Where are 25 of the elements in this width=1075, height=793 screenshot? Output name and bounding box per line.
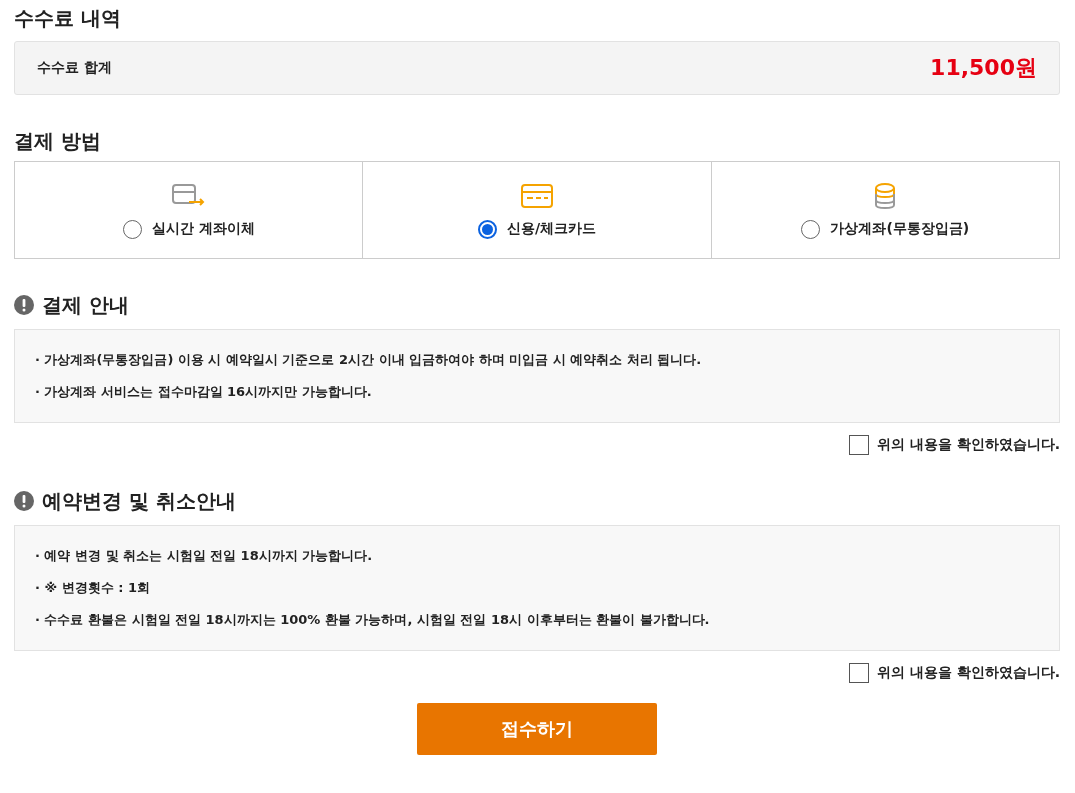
section-title: 수수료 내역 xyxy=(14,5,122,32)
exclamation-icon xyxy=(14,295,34,315)
payment-option-label: 실시간 계좌이체 xyxy=(151,220,255,238)
checkbox[interactable] xyxy=(848,435,869,455)
section-title: 예약변경 및 취소안내 xyxy=(42,488,236,515)
notice-text: · ※ 변경횟수 : 1회 xyxy=(35,579,151,597)
notice-text: · 예약 변경 및 취소는 시험일 전일 18시까지 가능합니다. xyxy=(35,547,374,565)
fee-total-label: 수수료 합계 xyxy=(37,59,112,77)
payment-option[interactable]: 가상계좌(무통장입금) xyxy=(711,162,1059,258)
payment-option[interactable]: 실시간 계좌이체 xyxy=(15,162,364,258)
notice-text: · 가상계좌 서비스는 접수마감일 16시까지만 가능합니다. xyxy=(35,383,373,401)
payment-option-label: 신용/체크카드 xyxy=(506,220,597,238)
checkbox[interactable] xyxy=(848,663,869,683)
section-title: 결제 안내 xyxy=(42,292,129,319)
notice-text: · 가상계좌(무통장입금) 이용 시 예약일시 기준으로 2시간 이내 입금하여야 하며 미입금 시 예약취소 처리 됩니다. xyxy=(35,351,703,369)
payment-option-label: 가상계좌(무통장입금) xyxy=(830,220,970,238)
confirm-label: 위의 내용을 확인하였습니다. xyxy=(876,664,1060,682)
credit-card-icon xyxy=(519,181,555,210)
payment-option[interactable]: 신용/체크카드 xyxy=(363,162,712,258)
exclamation-icon xyxy=(14,491,34,511)
notice-text: · 수수료 환불은 시험일 전일 18시까지는 100% 환불 가능하며, 시험일 전일 18시 이후부터는 환불이 불가합니다. xyxy=(35,611,711,629)
confirm-label: 위의 내용을 확인하였습니다. xyxy=(876,436,1060,454)
fee-total-amount: 11,500원 xyxy=(930,54,1037,82)
radio-button[interactable] xyxy=(477,219,497,239)
section-title: 결제 방법 xyxy=(14,128,102,155)
